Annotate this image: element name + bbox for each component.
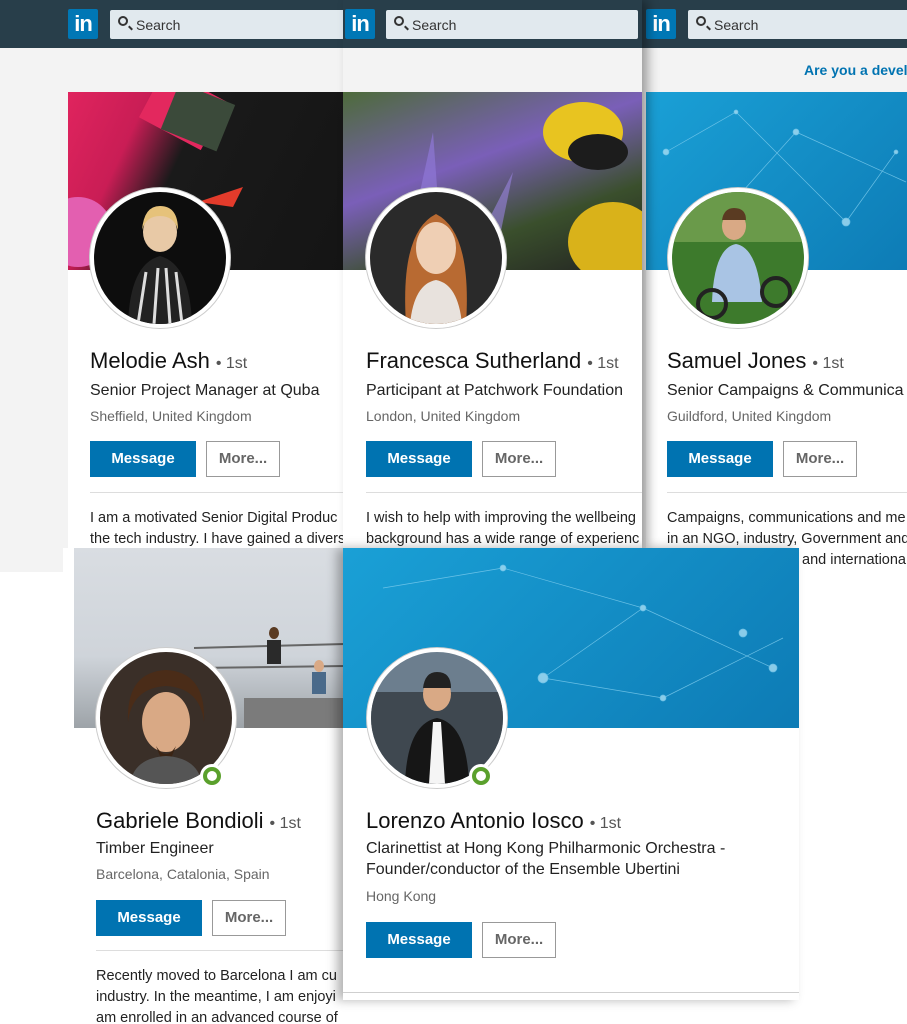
profile-name-text: Melodie Ash xyxy=(90,348,210,373)
divider xyxy=(343,992,799,993)
message-button[interactable]: Message xyxy=(90,441,196,477)
profile-avatar[interactable] xyxy=(90,188,230,328)
summary-line: am enrolled in an advanced course of xyxy=(96,1010,338,1024)
profile-card: Melodie Ash • 1st Senior Project Manager … xyxy=(68,92,345,572)
message-button[interactable]: Message xyxy=(96,900,202,936)
profile-panel-melodie: in Search Melodie Ash • 1st Senior Proje… xyxy=(0,0,345,572)
linkedin-logo[interactable]: in xyxy=(68,9,98,39)
profile-location: Sheffield, United Kingdom xyxy=(90,408,252,424)
profile-headline: Senior Campaigns & Communica xyxy=(667,382,904,399)
divider xyxy=(667,492,907,493)
nav-bar: in Search xyxy=(642,0,907,48)
connection-degree-text: 1st xyxy=(279,815,301,832)
profile-card: Gabriele Bondioli • 1st Timber Engineer B… xyxy=(74,548,345,1024)
summary-line: I am a motivated Senior Digital Produc xyxy=(90,510,338,526)
profile-summary: I am a motivated Senior Digital Produc t… xyxy=(90,508,345,550)
connection-degree: • 1st xyxy=(812,355,844,372)
connection-degree-text: 1st xyxy=(597,355,619,372)
profile-headline: Timber Engineer xyxy=(96,840,214,857)
profile-panel-lorenzo: Lorenzo Antonio Iosco • 1st Clarinettist … xyxy=(343,548,799,1000)
profile-panel-gabriele: Gabriele Bondioli • 1st Timber Engineer B… xyxy=(63,548,345,1024)
summary-line: Campaigns, communications and me xyxy=(667,510,906,526)
connection-degree: • 1st xyxy=(589,815,622,832)
profile-name[interactable]: Samuel Jones • 1st xyxy=(667,348,844,374)
profile-location: Guildford, United Kingdom xyxy=(667,408,832,424)
profile-card: Francesca Sutherland • 1st Participant at… xyxy=(343,92,642,548)
search-icon xyxy=(394,16,404,26)
linkedin-logo[interactable]: in xyxy=(646,9,676,39)
message-button[interactable]: Message xyxy=(667,441,773,477)
summary-line: in an NGO, industry, Government and xyxy=(667,531,907,547)
profile-name-text: Francesca Sutherland xyxy=(366,348,582,373)
person-photo xyxy=(672,192,804,320)
connection-degree: • 1st xyxy=(587,355,619,372)
profile-name-text: Gabriele Bondioli xyxy=(96,808,264,833)
linkedin-logo[interactable]: in xyxy=(345,9,375,39)
divider xyxy=(90,492,345,493)
more-button[interactable]: More... xyxy=(783,441,857,477)
profile-panel-francesca: in Search Francesca Sutherland • 1st Par… xyxy=(343,0,642,548)
profile-name[interactable]: Gabriele Bondioli • 1st xyxy=(96,808,301,834)
connection-degree-text: 1st xyxy=(822,355,844,372)
divider xyxy=(96,950,345,951)
profile-name[interactable]: Lorenzo Antonio Iosco • 1st xyxy=(366,808,621,834)
connection-degree-text: 1st xyxy=(225,355,248,372)
divider xyxy=(366,492,642,493)
profile-avatar[interactable] xyxy=(668,188,808,328)
summary-line: Recently moved to Barcelona I am cu xyxy=(96,968,337,984)
developer-promo-link[interactable]: Are you a develo xyxy=(804,62,907,78)
profile-headline: Clarinettist at Hong Kong Philharmonic O… xyxy=(366,838,725,880)
more-button[interactable]: More... xyxy=(482,922,556,958)
profile-avatar[interactable] xyxy=(366,188,506,328)
summary-line: I wish to help with improving the wellbe… xyxy=(366,510,636,526)
profile-location: Barcelona, Catalonia, Spain xyxy=(96,866,270,882)
online-status-indicator xyxy=(469,764,493,788)
more-button[interactable]: More... xyxy=(206,441,280,477)
profile-name-text: Lorenzo Antonio Iosco xyxy=(366,808,584,833)
profile-card: Samuel Jones • 1st Senior Campaigns & Com… xyxy=(646,92,907,578)
profile-name[interactable]: Francesca Sutherland • 1st xyxy=(366,348,619,374)
profile-location: London, United Kingdom xyxy=(366,408,521,424)
person-photo xyxy=(128,206,192,324)
profile-headline: Participant at Patchwork Foundation xyxy=(366,382,624,399)
profile-name-text: Samuel Jones xyxy=(667,348,807,373)
connection-degree: • 1st xyxy=(215,355,248,372)
profile-panel-samuel: in Search Are you a develo Samuel Jones … xyxy=(642,0,907,578)
profile-summary: I wish to help with improving the wellbe… xyxy=(366,508,639,548)
profile-location: Hong Kong xyxy=(366,888,437,904)
person-photo xyxy=(405,214,467,324)
search-icon xyxy=(118,16,128,26)
message-button[interactable]: Message xyxy=(366,922,472,958)
profile-name[interactable]: Melodie Ash • 1st xyxy=(90,348,247,374)
search-icon xyxy=(696,16,706,26)
search-placeholder: Search xyxy=(136,17,181,33)
connection-degree: • 1st xyxy=(269,815,301,832)
summary-line: industry. In the meantime, I am enjoyi xyxy=(96,989,336,1005)
summary-line: the tech industry. I have gained a diver… xyxy=(90,531,345,547)
search-placeholder: Search xyxy=(714,17,759,33)
profile-summary: Recently moved to Barcelona I am cu indu… xyxy=(96,966,338,1024)
online-status-indicator xyxy=(200,764,224,788)
connection-degree-text: 1st xyxy=(599,815,622,832)
search-input[interactable]: Search xyxy=(110,10,345,39)
summary-line: background has a wide range of experienc xyxy=(366,531,640,547)
search-placeholder: Search xyxy=(412,17,457,33)
headline-line: Founder/conductor of the Ensemble Uberti… xyxy=(366,861,680,878)
nav-bar: in Search xyxy=(0,0,345,48)
headline-line: Clarinettist at Hong Kong Philharmonic O… xyxy=(366,840,726,857)
profile-headline: Senior Project Manager at Quba xyxy=(90,382,320,399)
nav-bar: in Search xyxy=(343,0,642,48)
more-button[interactable]: More... xyxy=(482,441,556,477)
search-input[interactable]: Search xyxy=(688,10,907,39)
message-button[interactable]: Message xyxy=(366,441,472,477)
search-input[interactable]: Search xyxy=(386,10,638,39)
more-button[interactable]: More... xyxy=(212,900,286,936)
